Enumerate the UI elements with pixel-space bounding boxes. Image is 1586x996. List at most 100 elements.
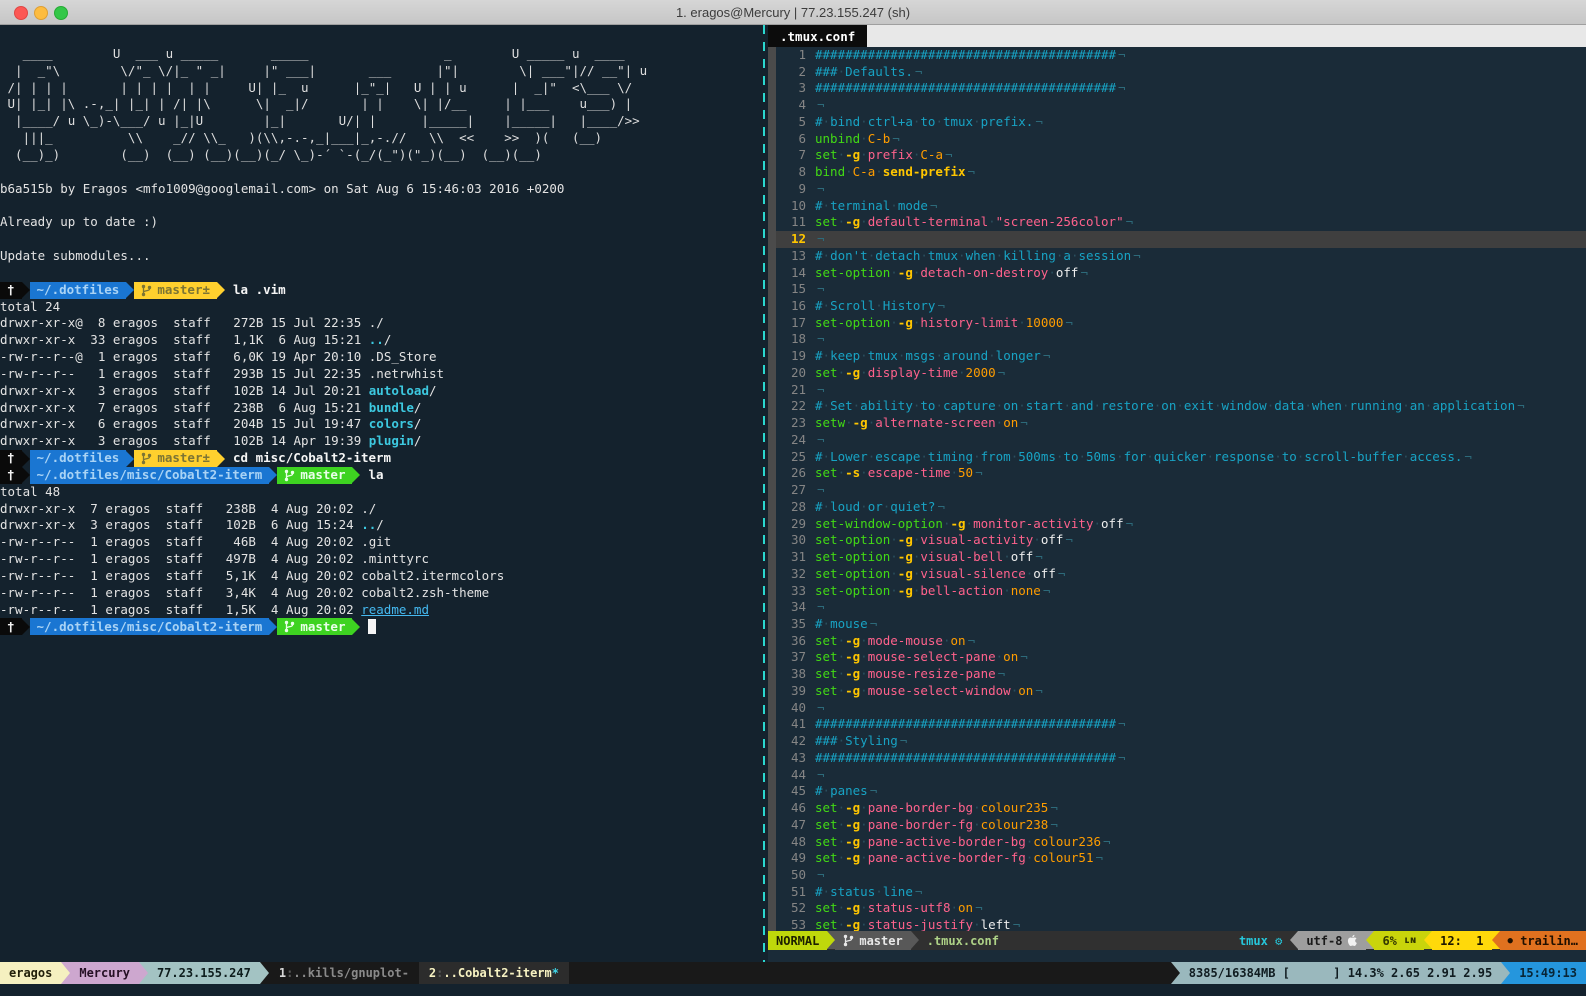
git-branch-icon	[284, 469, 295, 482]
vim-line-number: 30	[776, 532, 815, 549]
eol-mark: ¬	[928, 198, 938, 213]
vim-gutter	[768, 382, 776, 399]
file-meta: drwxr-xr-x 3 eragos staff 102B 14 Jul 20…	[0, 383, 369, 400]
vim-gutter	[768, 214, 776, 231]
ascii-art-line: /| | | | | | | | | | U| |_ u |_"_| U | |…	[0, 80, 760, 97]
vim-line: 50¬	[768, 867, 1586, 884]
shell-command: la .vim	[225, 282, 286, 299]
vim-gutter	[768, 850, 776, 867]
vim-code-text: ¬	[815, 382, 825, 399]
powerline-arrow	[126, 451, 134, 467]
vim-line: 14set-option·-g·detach-on-destroy·off¬	[768, 265, 1586, 282]
vim-code-text: ¬	[815, 599, 825, 616]
eol-mark: ¬	[1078, 265, 1088, 280]
vim-line-number: 10	[776, 198, 815, 215]
prompt-path-segment: ~/.dotfiles	[30, 450, 127, 467]
vim-line: 36set·-g·mode-mouse·on¬	[768, 633, 1586, 650]
vim-line: 27¬	[768, 482, 1586, 499]
tmux-ip-address: 77.23.155.247	[148, 962, 260, 984]
tmux-session-name: eragos	[0, 962, 61, 984]
vim-line: 24¬	[768, 432, 1586, 449]
vim-code-text: #·loud·or·quiet?¬	[815, 499, 945, 516]
file-meta: drwxr-xr-x 3 eragos staff 102B 6 Aug 15:…	[0, 517, 361, 534]
listing-row: drwxr-xr-x 3 eragos staff 102B 14 Jul 20…	[0, 383, 760, 400]
file-name: plugin/	[369, 433, 422, 450]
vim-line-number: 6	[776, 131, 815, 148]
vim-tab-tmux-conf[interactable]: .tmux.conf	[768, 25, 867, 47]
eol-mark: ¬	[1116, 47, 1126, 62]
vim-line-number: 44	[776, 767, 815, 784]
vim-gutter	[768, 164, 776, 181]
vim-line: 11set·-g·default-terminal·"screen-256col…	[768, 214, 1586, 231]
vim-line: 30set-option·-g·visual-activity·off¬	[768, 532, 1586, 549]
vim-gutter	[768, 499, 776, 516]
vim-gutter	[768, 231, 776, 248]
apple-icon	[1347, 934, 1358, 947]
ascii-art-line: ____ U ___ u _____ _____ _ U _____ u ___…	[0, 46, 625, 63]
eol-mark: ¬	[973, 465, 983, 480]
eol-mark: ¬	[973, 900, 983, 915]
file-name: .minttyrc	[361, 551, 429, 568]
vim-line: 37set·-g·mouse-select-pane·on¬	[768, 649, 1586, 666]
prompt-branch-segment: master±	[134, 450, 217, 467]
prompt-path-segment: ~/.dotfiles/misc/Cobalt2-iterm	[30, 467, 270, 484]
vim-line: 51#·status·line¬	[768, 884, 1586, 901]
vim-line: 8bind·C-a·send-prefix¬	[768, 164, 1586, 181]
vim-line: 15¬	[768, 281, 1586, 298]
eol-mark: ¬	[1033, 114, 1043, 129]
eol-mark: ¬	[815, 231, 825, 246]
prompt-status-glyph: †	[0, 467, 22, 484]
submodule-update-line: Update submodules...	[0, 248, 760, 265]
eol-mark: ¬	[1018, 649, 1028, 664]
close-button[interactable]	[14, 6, 28, 20]
vim-line: 7set·-g·prefix·C-a¬	[768, 147, 1586, 164]
vim-code-text: set-window-option·-g·monitor-activity·of…	[815, 516, 1133, 533]
tmux-bar-spacer	[569, 962, 1171, 984]
eol-mark: ¬	[1116, 750, 1126, 765]
ascii-art-line: |____/ u \_)-\___/ u |_|U |_| U/| | |___…	[0, 113, 640, 130]
vim-gutter	[768, 365, 776, 382]
vim-line-number: 38	[776, 666, 815, 683]
vim-line-number: 42	[776, 733, 815, 750]
minimize-button[interactable]	[34, 6, 48, 20]
eol-mark: ¬	[996, 666, 1006, 681]
vim-line-number: 43	[776, 750, 815, 767]
tmux-window-2[interactable]: 2:..Cobalt2-iterm*	[419, 962, 569, 984]
powerline-arrow	[352, 467, 360, 483]
file-name[interactable]: readme.md	[361, 602, 429, 619]
vim-buffer: 1#######################################…	[768, 47, 1586, 931]
powerline-separator	[1366, 931, 1374, 949]
git-status-line: Already up to date :)	[0, 214, 158, 231]
eol-mark: ¬	[1048, 817, 1058, 832]
zoom-button[interactable]	[54, 6, 68, 20]
pane-divider[interactable]	[760, 25, 768, 962]
submodule-update-line: Update submodules...	[0, 248, 151, 265]
vim-pane[interactable]: .tmux.conf 1############################…	[768, 25, 1586, 962]
titlebar: 1. eragos@Mercury | 77.23.155.247 (sh)	[0, 0, 1586, 25]
tmux-window-1[interactable]: 1:..kills/gnuplot-	[269, 962, 419, 984]
vim-gutter	[768, 64, 776, 81]
eol-mark: ¬	[868, 783, 878, 798]
vim-line-number: 34	[776, 599, 815, 616]
vim-code-text: ###·Defaults.¬	[815, 64, 922, 81]
eol-mark: ¬	[1094, 850, 1104, 865]
vim-code-text: unbind·C-b¬	[815, 131, 900, 148]
vim-gutter	[768, 733, 776, 750]
vim-line-number: 26	[776, 465, 815, 482]
vim-encoding-segment: utf-8	[1298, 931, 1366, 950]
git-branch-icon	[843, 934, 854, 947]
shell-pane[interactable]: ____ U ___ u _____ _____ _ U _____ u ___…	[0, 25, 760, 962]
tmux-system-stats: 8385/16384MB [ ] 14.3% 2.65 2.91 2.95	[1180, 962, 1501, 984]
vim-code-text: #·status·line¬	[815, 884, 922, 901]
vim-line-number: 23	[776, 415, 815, 432]
prompt-path-segment: ~/.dotfiles/misc/Cobalt2-iterm	[30, 618, 270, 635]
listing-row: drwxr-xr-x 7 eragos staff 238B 6 Aug 15:…	[0, 400, 760, 417]
vim-line: 48set·-g·pane-active-border-bg·colour236…	[768, 834, 1586, 851]
vim-line: 46set·-g·pane-border-bg·colour235¬	[768, 800, 1586, 817]
powerline-separator	[1501, 962, 1510, 984]
shell-blank-line	[0, 231, 760, 248]
vim-cursor-position: 12: 1	[1432, 931, 1491, 950]
powerline-separator	[1171, 962, 1180, 984]
vim-gutter	[768, 281, 776, 298]
statusline-spacer	[1007, 931, 1231, 950]
